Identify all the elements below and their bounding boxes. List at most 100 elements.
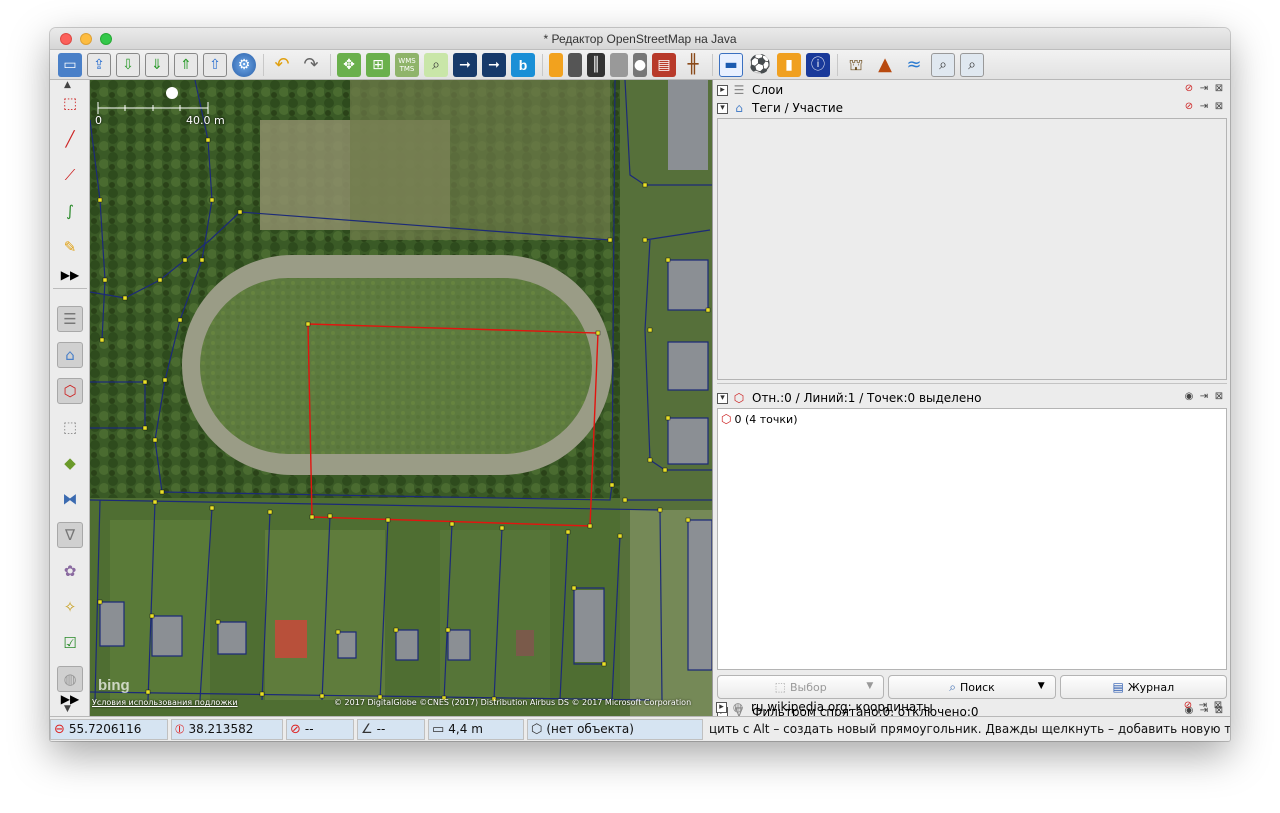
collapse-toggle-icon[interactable]: ▾ <box>717 102 728 114</box>
pin-dialog-icon[interactable]: ⇥ <box>1198 101 1210 112</box>
close-dialog-icon[interactable]: ⊠ <box>1212 700 1224 711</box>
heading-field: ⊘ -- <box>286 718 354 740</box>
toolbar-separator <box>263 53 264 76</box>
object-icon: ⬡ <box>531 721 543 737</box>
bing-layer-icon[interactable]: b <box>511 52 535 77</box>
validation-icon[interactable]: ✧ <box>57 594 83 620</box>
preset-wall-icon[interactable]: ▤ <box>652 52 676 77</box>
chevron-down-icon[interactable]: ▼ <box>1038 681 1045 691</box>
tags-toggle-icon[interactable]: ⌂ <box>57 342 83 368</box>
preset-road-icon-2[interactable] <box>568 52 582 77</box>
download-icon[interactable]: ⇓ <box>145 52 169 77</box>
preferences-icon[interactable]: ⚙ <box>232 52 256 77</box>
close-dialog-icon[interactable]: ⊠ <box>1213 101 1225 112</box>
more-tools-icon[interactable]: ▶▶ <box>57 262 83 288</box>
distance-field: ▭ 4,4 m <box>428 718 524 740</box>
selection-dialog-header[interactable]: ▾ ⬡ Отн.:0 / Линий:1 / Точек:0 выделено … <box>717 389 1227 407</box>
undo-icon[interactable]: ↶ <box>270 53 294 77</box>
hide-dialog-icon[interactable]: ⊘ <box>1183 83 1195 94</box>
dialog-controls: ◉ ⇥ ⊠ <box>1183 391 1225 402</box>
open-file-icon[interactable]: ⇪ <box>87 52 111 77</box>
chevron-down-icon[interactable]: ▼ <box>866 681 873 691</box>
history-button[interactable]: ▤ Журнал <box>1059 675 1227 699</box>
layers-toggle-icon[interactable]: ☰ <box>57 306 83 332</box>
wms-layer-icon[interactable]: WMS TMS <box>395 52 419 77</box>
layers-dialog-header[interactable]: ▸ ☰ Слои ⊘ ⇥ ⊠ <box>717 81 1227 99</box>
heading-icon: ⊘ <box>290 721 301 737</box>
upload-icon[interactable]: ⇧ <box>203 52 227 77</box>
select-button[interactable]: ⬚ Выбор ▼ <box>717 675 885 699</box>
pin-dialog-icon[interactable]: ⇥ <box>1198 83 1210 94</box>
new-file-icon[interactable]: ▭ <box>58 52 82 77</box>
minimize-window-button[interactable] <box>80 33 92 45</box>
preset-road-icon-1[interactable] <box>549 52 563 77</box>
draw-line-tool-icon[interactable]: ╱ <box>57 126 83 152</box>
download-along-icon[interactable]: ⇑ <box>174 52 198 77</box>
way-icon-2[interactable]: ➞ <box>482 52 506 77</box>
preset-sport-icon[interactable]: ⚽ <box>748 53 772 77</box>
commands-toggle-icon[interactable]: ◆ <box>57 450 83 476</box>
hide-dialog-icon[interactable]: ⊘ <box>1183 101 1195 112</box>
building-red-roof <box>275 620 307 658</box>
filter-toggle-icon[interactable]: ∇ <box>57 522 83 548</box>
improve-way-tool-icon[interactable]: ∫ <box>57 198 83 224</box>
map-view[interactable]: 0 40.0 m bing Условия использования подл… <box>90 80 712 716</box>
open-location-icon[interactable]: ⇩ <box>116 52 140 77</box>
search-preset-icon[interactable]: ⌕ <box>931 52 955 77</box>
preset-traffic-icon[interactable]: ● <box>633 52 647 77</box>
search-button[interactable]: ⌕ Поиск ▼ <box>888 675 1056 699</box>
preset-mountain-icon[interactable]: ▲ <box>873 53 897 77</box>
collapse-toggle-icon[interactable]: ▾ <box>717 392 728 404</box>
zoom-to-data-icon[interactable]: ✥ <box>337 52 361 77</box>
search-icon[interactable]: ⌕ <box>424 52 448 77</box>
relations-toggle-icon[interactable]: ⬚ <box>57 414 83 440</box>
close-window-button[interactable] <box>60 33 72 45</box>
tags-pane[interactable] <box>717 118 1227 380</box>
show-dialog-icon[interactable]: ◉ <box>1183 391 1195 402</box>
selection-item-label: 0 (4 точки) <box>734 412 798 426</box>
preset-road-icon-3[interactable]: ║ <box>587 52 605 77</box>
preset-accommodation-icon[interactable]: ▬ <box>719 52 743 77</box>
list-item[interactable]: ⬡ 0 (4 точки) <box>721 412 798 426</box>
close-dialog-icon[interactable]: ⊠ <box>1213 83 1225 94</box>
preset-info-icon[interactable]: ⓘ <box>806 52 830 77</box>
preset-waterway-icon[interactable]: ≈ <box>902 53 926 77</box>
preset-railway-icon[interactable]: ╫ <box>681 53 705 77</box>
terms-of-use-link[interactable]: Условия использования подложки <box>92 698 238 707</box>
redo-icon[interactable]: ↷ <box>299 53 323 77</box>
pane-splitter[interactable] <box>717 383 1227 384</box>
scroll-up-arrow-icon[interactable]: ▲ <box>64 80 71 90</box>
map-canvas[interactable] <box>90 80 712 716</box>
selection-toggle-icon[interactable]: ⬡ <box>57 378 83 404</box>
validator-icon[interactable]: ☑ <box>57 630 83 656</box>
pencil-tool-icon[interactable]: ✎ <box>57 234 83 260</box>
tags-icon: ⌂ <box>735 101 743 115</box>
select-button-label: Выбор <box>789 680 827 694</box>
expand-toggle-icon[interactable]: ▸ <box>716 701 727 713</box>
pin-dialog-icon[interactable]: ⇥ <box>1198 391 1210 402</box>
hide-dialog-icon[interactable]: ⊘ <box>1182 700 1194 711</box>
zoom-slider-knob[interactable] <box>166 87 178 99</box>
wikipedia-dialog-header[interactable]: ▸ ◍ ru.wikipedia.org: координаты ⊘ ⇥ ⊠ <box>716 698 1226 716</box>
longitude-icon: ⦶ <box>175 721 185 737</box>
select-tool-icon[interactable]: ⬚ <box>57 90 83 116</box>
draw-node-tool-icon[interactable]: ⟋ <box>57 162 83 188</box>
selection-list[interactable]: ⬡ 0 (4 точки) <box>717 408 1227 670</box>
conflict-toggle-icon[interactable]: ⧓ <box>57 486 83 512</box>
preset-shop-icon[interactable]: ▮ <box>777 52 801 77</box>
preset-road-icon-4[interactable] <box>610 52 628 77</box>
pin-dialog-icon[interactable]: ⇥ <box>1197 700 1209 711</box>
expand-toggle-icon[interactable]: ▸ <box>717 84 728 96</box>
search-preset-icon-2[interactable]: ⌕ <box>960 52 984 77</box>
maximize-window-button[interactable] <box>100 33 112 45</box>
side-panel: ▸ ☰ Слои ⊘ ⇥ ⊠ ▾ ⌂ Теги / Участие ⊘ ⇥ ⊠ … <box>712 80 1230 719</box>
preset-industrial-icon[interactable]: ⛫ <box>844 53 868 77</box>
scroll-down-arrow-icon[interactable]: ▼ <box>64 704 71 714</box>
longitude-value: 38.213582 <box>188 722 254 736</box>
tags-dialog-header[interactable]: ▾ ⌂ Теги / Участие ⊘ ⇥ ⊠ <box>717 99 1227 117</box>
close-dialog-icon[interactable]: ⊠ <box>1213 391 1225 402</box>
angle-field: ∠ -- <box>357 718 425 740</box>
way-icon-1[interactable]: ➞ <box>453 52 477 77</box>
zoom-to-selection-icon[interactable]: ⊞ <box>366 52 390 77</box>
map-paint-styles-icon[interactable]: ✿ <box>57 558 83 584</box>
